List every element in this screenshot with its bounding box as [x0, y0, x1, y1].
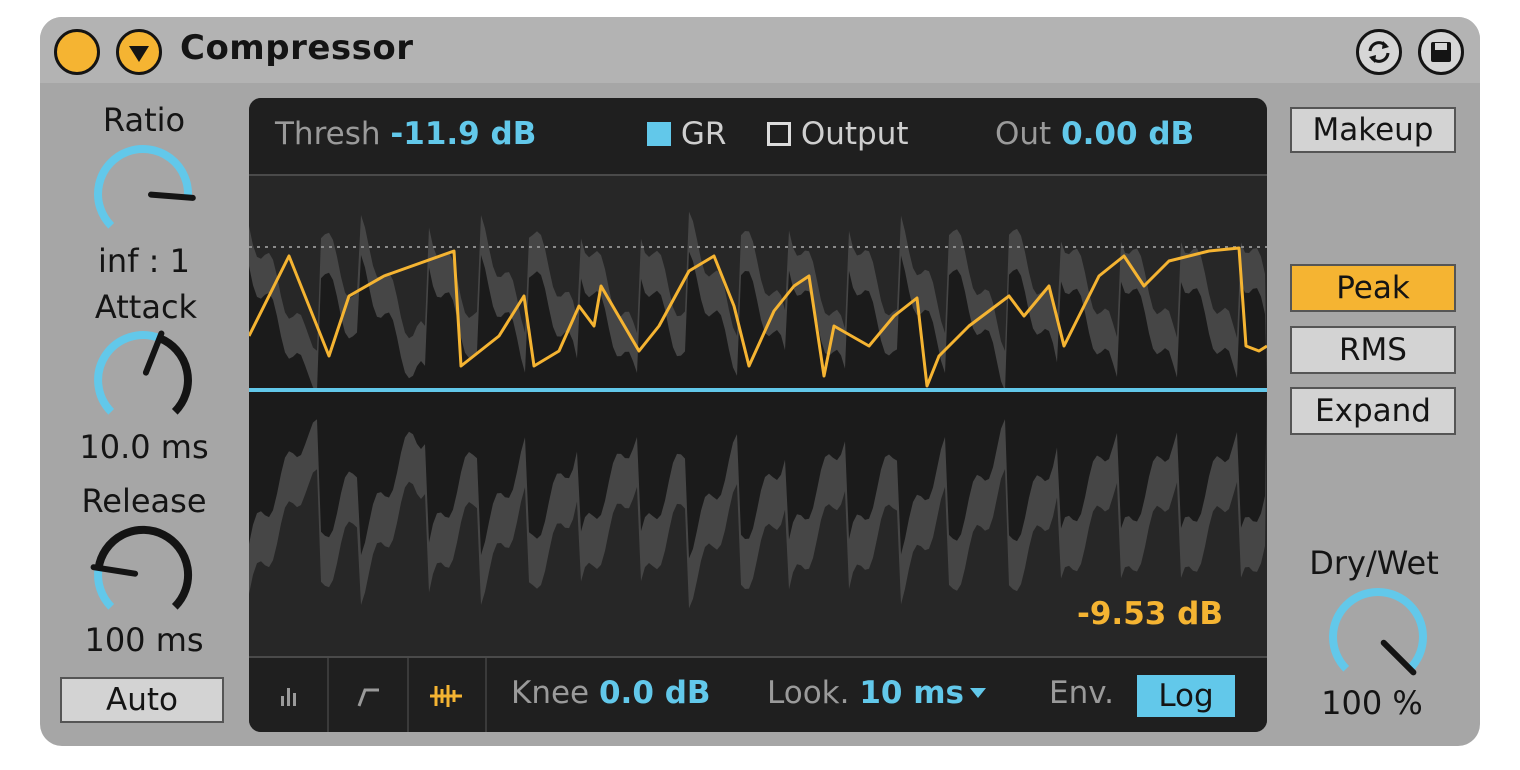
output-checkbox[interactable]	[767, 122, 791, 146]
device-power-button[interactable]	[54, 29, 100, 75]
display-footer: Knee 0.0 dB Look. 10 ms Env. Log	[249, 656, 1267, 732]
release-value: 100 ms	[84, 621, 204, 659]
dry-wet-value: 100 %	[1321, 684, 1423, 722]
hot-swap-icon[interactable]	[1356, 29, 1402, 75]
compressor-device: Compressor Ratio inf : 1 Attack 10.0 ms …	[40, 17, 1480, 746]
out-value[interactable]: 0.00 dB	[1061, 116, 1194, 152]
gr-label: GR	[680, 116, 727, 152]
rms-button[interactable]: RMS	[1290, 326, 1456, 374]
out-label: Out	[995, 116, 1052, 152]
output-label: Output	[800, 116, 909, 152]
display-header: Thresh -11.9 dB GR Output Out 0.00 dB	[249, 98, 1267, 176]
attack-knob[interactable]	[88, 325, 198, 435]
save-preset-icon[interactable]	[1418, 29, 1464, 75]
attack-label: Attack	[94, 288, 198, 326]
threshold-value[interactable]: -11.9 dB	[390, 116, 536, 152]
lookahead-label: Look.	[767, 675, 850, 711]
ratio-knob[interactable]	[88, 139, 198, 249]
ratio-value: inf : 1	[98, 242, 190, 280]
knee-value[interactable]: 0.0 dB	[599, 675, 711, 711]
threshold-label: Thresh	[275, 116, 381, 152]
release-label: Release	[81, 482, 207, 520]
device-fold-button[interactable]	[116, 29, 162, 75]
collapsed-view-icon[interactable]	[249, 658, 329, 732]
activity-display: Thresh -11.9 dB GR Output Out 0.00 dB -9…	[249, 98, 1267, 732]
chevron-down-icon	[129, 46, 149, 62]
auto-release-button[interactable]: Auto	[60, 677, 224, 723]
activity-view-icon[interactable]	[407, 658, 487, 732]
gain-reduction-readout: -9.53 dB	[1077, 596, 1223, 632]
device-title: Compressor	[180, 28, 414, 68]
chevron-down-icon[interactable]	[970, 688, 987, 698]
ratio-label: Ratio	[102, 101, 186, 139]
dry-wet-knob[interactable]	[1323, 582, 1433, 692]
lookahead-value[interactable]: 10 ms	[859, 675, 964, 711]
transfer-curve-icon[interactable]	[329, 658, 409, 732]
env-label: Env.	[1049, 675, 1115, 711]
knee-label: Knee	[511, 675, 590, 711]
attack-value: 10.0 ms	[79, 428, 209, 466]
release-knob[interactable]	[88, 520, 198, 630]
peak-button[interactable]: Peak	[1290, 264, 1456, 312]
makeup-button[interactable]: Makeup	[1290, 107, 1456, 153]
dry-wet-label: Dry/Wet	[1309, 544, 1439, 582]
title-bar: Compressor	[40, 17, 1480, 83]
expand-button[interactable]: Expand	[1290, 387, 1456, 435]
activity-graph	[249, 176, 1267, 656]
gr-checkbox[interactable]	[647, 122, 671, 146]
env-log-button[interactable]: Log	[1137, 675, 1235, 717]
